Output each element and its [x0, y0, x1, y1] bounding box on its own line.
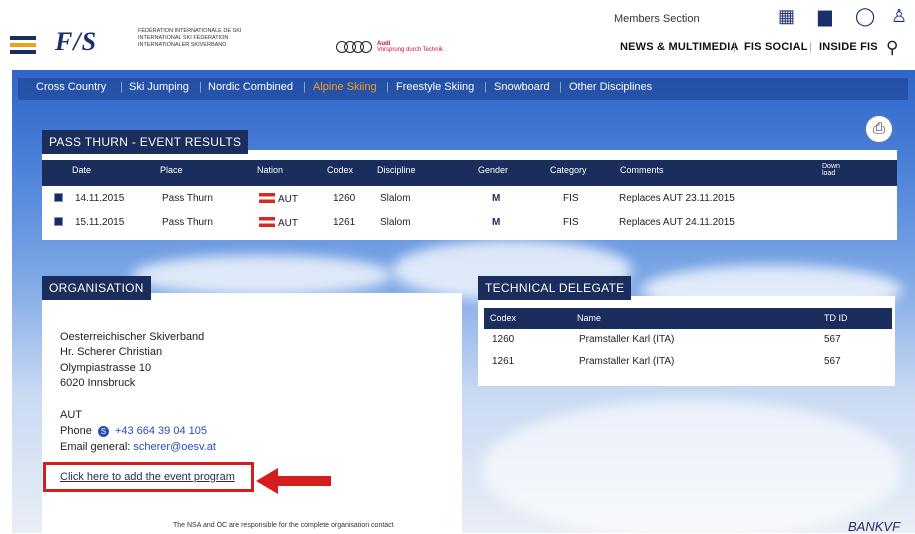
discipline-alpine-skiing[interactable]: Alpine Skiing [313, 81, 377, 93]
discipline-snowboard[interactable]: Snowboard [494, 81, 550, 93]
red-arrow-icon [256, 468, 331, 494]
discipline-separator: | [484, 81, 487, 93]
row-gender: M [492, 193, 501, 204]
col-gender[interactable]: Gender [478, 165, 508, 175]
site-header: F/S Fédération Internationale de Ski Int… [0, 0, 915, 70]
row-select-box[interactable] [54, 217, 63, 229]
col-discipline[interactable]: Discipline [377, 165, 416, 175]
results-table-header: Date Place Nation Codex Discipline Gende… [42, 160, 897, 186]
col-comments[interactable]: Comments [620, 165, 664, 175]
standings-icon[interactable]: ▆ [818, 6, 832, 27]
row-date: 14.11.2015 [75, 193, 125, 204]
col-download[interactable]: Down load [822, 163, 848, 177]
austria-flag-icon [259, 217, 275, 227]
td-table-header: Codex Name TD ID [484, 308, 892, 329]
row-date: 15.11.2015 [75, 217, 125, 228]
technical-delegate-title: TECHNICAL DELEGATE [478, 276, 632, 300]
table-row: 1260 Pramstaller Karl (ITA) 567 [484, 334, 892, 348]
td-col-name[interactable]: Name [577, 313, 601, 323]
row-nation: AUT [259, 193, 298, 205]
td-row-name[interactable]: Pramstaller Karl (ITA) [579, 334, 674, 345]
email-label: Email general [60, 441, 128, 453]
row-comments: Replaces AUT 24.11.2015 [619, 217, 735, 228]
org-email-row: Email general: scherer@oesv.at [60, 441, 216, 453]
organisation-note: The NSA and OC are responsible for the c… [173, 522, 394, 529]
skype-icon[interactable]: S [97, 426, 109, 437]
members-section-link[interactable]: Members Section [614, 13, 700, 25]
nav-separator: | [733, 41, 737, 53]
nav-news-multimedia[interactable]: NEWS & MULTIMEDIA [620, 41, 739, 53]
td-row-name[interactable]: Pramstaller Karl (ITA) [579, 356, 674, 367]
audi-slogan: Vorsprung durch Technik [377, 47, 443, 53]
td-col-codex[interactable]: Codex [490, 313, 516, 323]
phone-label: Phone [60, 425, 92, 437]
fis-logo[interactable]: F/S [55, 27, 97, 57]
row-codex[interactable]: 1260 [333, 193, 355, 204]
td-row-tdid: 567 [824, 334, 841, 345]
discipline-ski-jumping[interactable]: Ski Jumping [129, 81, 189, 93]
table-row: 1261 Pramstaller Karl (ITA) 567 [484, 356, 892, 370]
col-date[interactable]: Date [72, 165, 91, 175]
sponsor-partial-text: BANKVF [848, 519, 901, 534]
row-discipline: Slalom [380, 217, 411, 228]
org-contact-person: Hr. Scherer Christian [60, 346, 163, 358]
org-city: 6020 Innsbruck [60, 377, 136, 389]
austria-flag-icon [259, 193, 275, 203]
col-place[interactable]: Place [160, 165, 183, 175]
email-link[interactable]: scherer@oesv.at [133, 441, 216, 453]
col-codex[interactable]: Codex [327, 165, 353, 175]
discipline-other-disciplines[interactable]: Other Disciplines [569, 81, 652, 93]
td-row-tdid: 567 [824, 356, 841, 367]
athlete-icon[interactable]: ♙ [891, 6, 907, 27]
nav-fis-social[interactable]: FIS SOCIAL [744, 41, 808, 53]
row-nation-code: AUT [278, 218, 298, 229]
td-row-codex: 1260 [492, 334, 515, 345]
fis-subtitle: Fédération Internationale de Ski Interna… [138, 28, 242, 48]
row-nation-code: AUT [278, 194, 298, 205]
calendar-icon[interactable]: ▦ [778, 6, 795, 27]
org-name: Oesterreichischer Skiverband [60, 331, 205, 343]
row-nation: AUT [259, 217, 298, 229]
discipline-freestyle-skiing[interactable]: Freestyle Skiing [396, 81, 474, 93]
discipline-nordic-combined[interactable]: Nordic Combined [208, 81, 293, 93]
td-col-tdid[interactable]: TD ID [824, 313, 848, 323]
medal-icon[interactable]: ◯ [855, 6, 875, 27]
phone-number[interactable]: +43 664 39 04 105 [115, 425, 207, 437]
menu-icon[interactable] [10, 36, 36, 57]
td-row-codex: 1261 [492, 356, 515, 367]
org-street: Olympiastrasse 10 [60, 362, 152, 374]
col-nation[interactable]: Nation [257, 165, 283, 175]
row-select-box[interactable] [54, 193, 63, 205]
row-category: FIS [563, 217, 579, 228]
row-gender: M [492, 217, 501, 228]
organisation-panel [42, 293, 462, 533]
nav-separator: | [809, 41, 813, 53]
nav-inside-fis[interactable]: INSIDE FIS [819, 41, 878, 53]
organisation-title: ORGANISATION [42, 276, 151, 300]
audi-sponsor-logo[interactable]: Audi Vorsprung durch Technik [336, 41, 443, 53]
discipline-separator: | [120, 81, 123, 93]
discipline-cross-country[interactable]: Cross Country [36, 81, 106, 93]
discipline-separator: | [303, 81, 306, 93]
org-phone-row: Phone S +43 664 39 04 105 [60, 424, 207, 439]
org-country: AUT [60, 409, 82, 421]
row-discipline: Slalom [380, 193, 411, 204]
row-place: Pass Thurn [162, 217, 213, 228]
discipline-separator: | [386, 81, 389, 93]
row-codex[interactable]: 1261 [333, 217, 355, 228]
table-row[interactable]: 14.11.2015 Pass Thurn AUT 1260 Slalom M … [42, 193, 897, 209]
col-category[interactable]: Category [550, 165, 587, 175]
highlight-box [43, 462, 254, 492]
discipline-separator: | [559, 81, 562, 93]
discipline-separator: | [199, 81, 202, 93]
row-place: Pass Thurn [162, 193, 213, 204]
print-icon[interactable]: ⎙ [866, 116, 892, 142]
results-title: PASS THURN - EVENT RESULTS [42, 130, 249, 154]
table-row[interactable]: 15.11.2015 Pass Thurn AUT 1261 Slalom M … [42, 217, 897, 233]
row-category: FIS [563, 193, 579, 204]
search-icon[interactable]: ⚲ [886, 38, 898, 58]
row-comments: Replaces AUT 23.11.2015 [619, 193, 735, 204]
